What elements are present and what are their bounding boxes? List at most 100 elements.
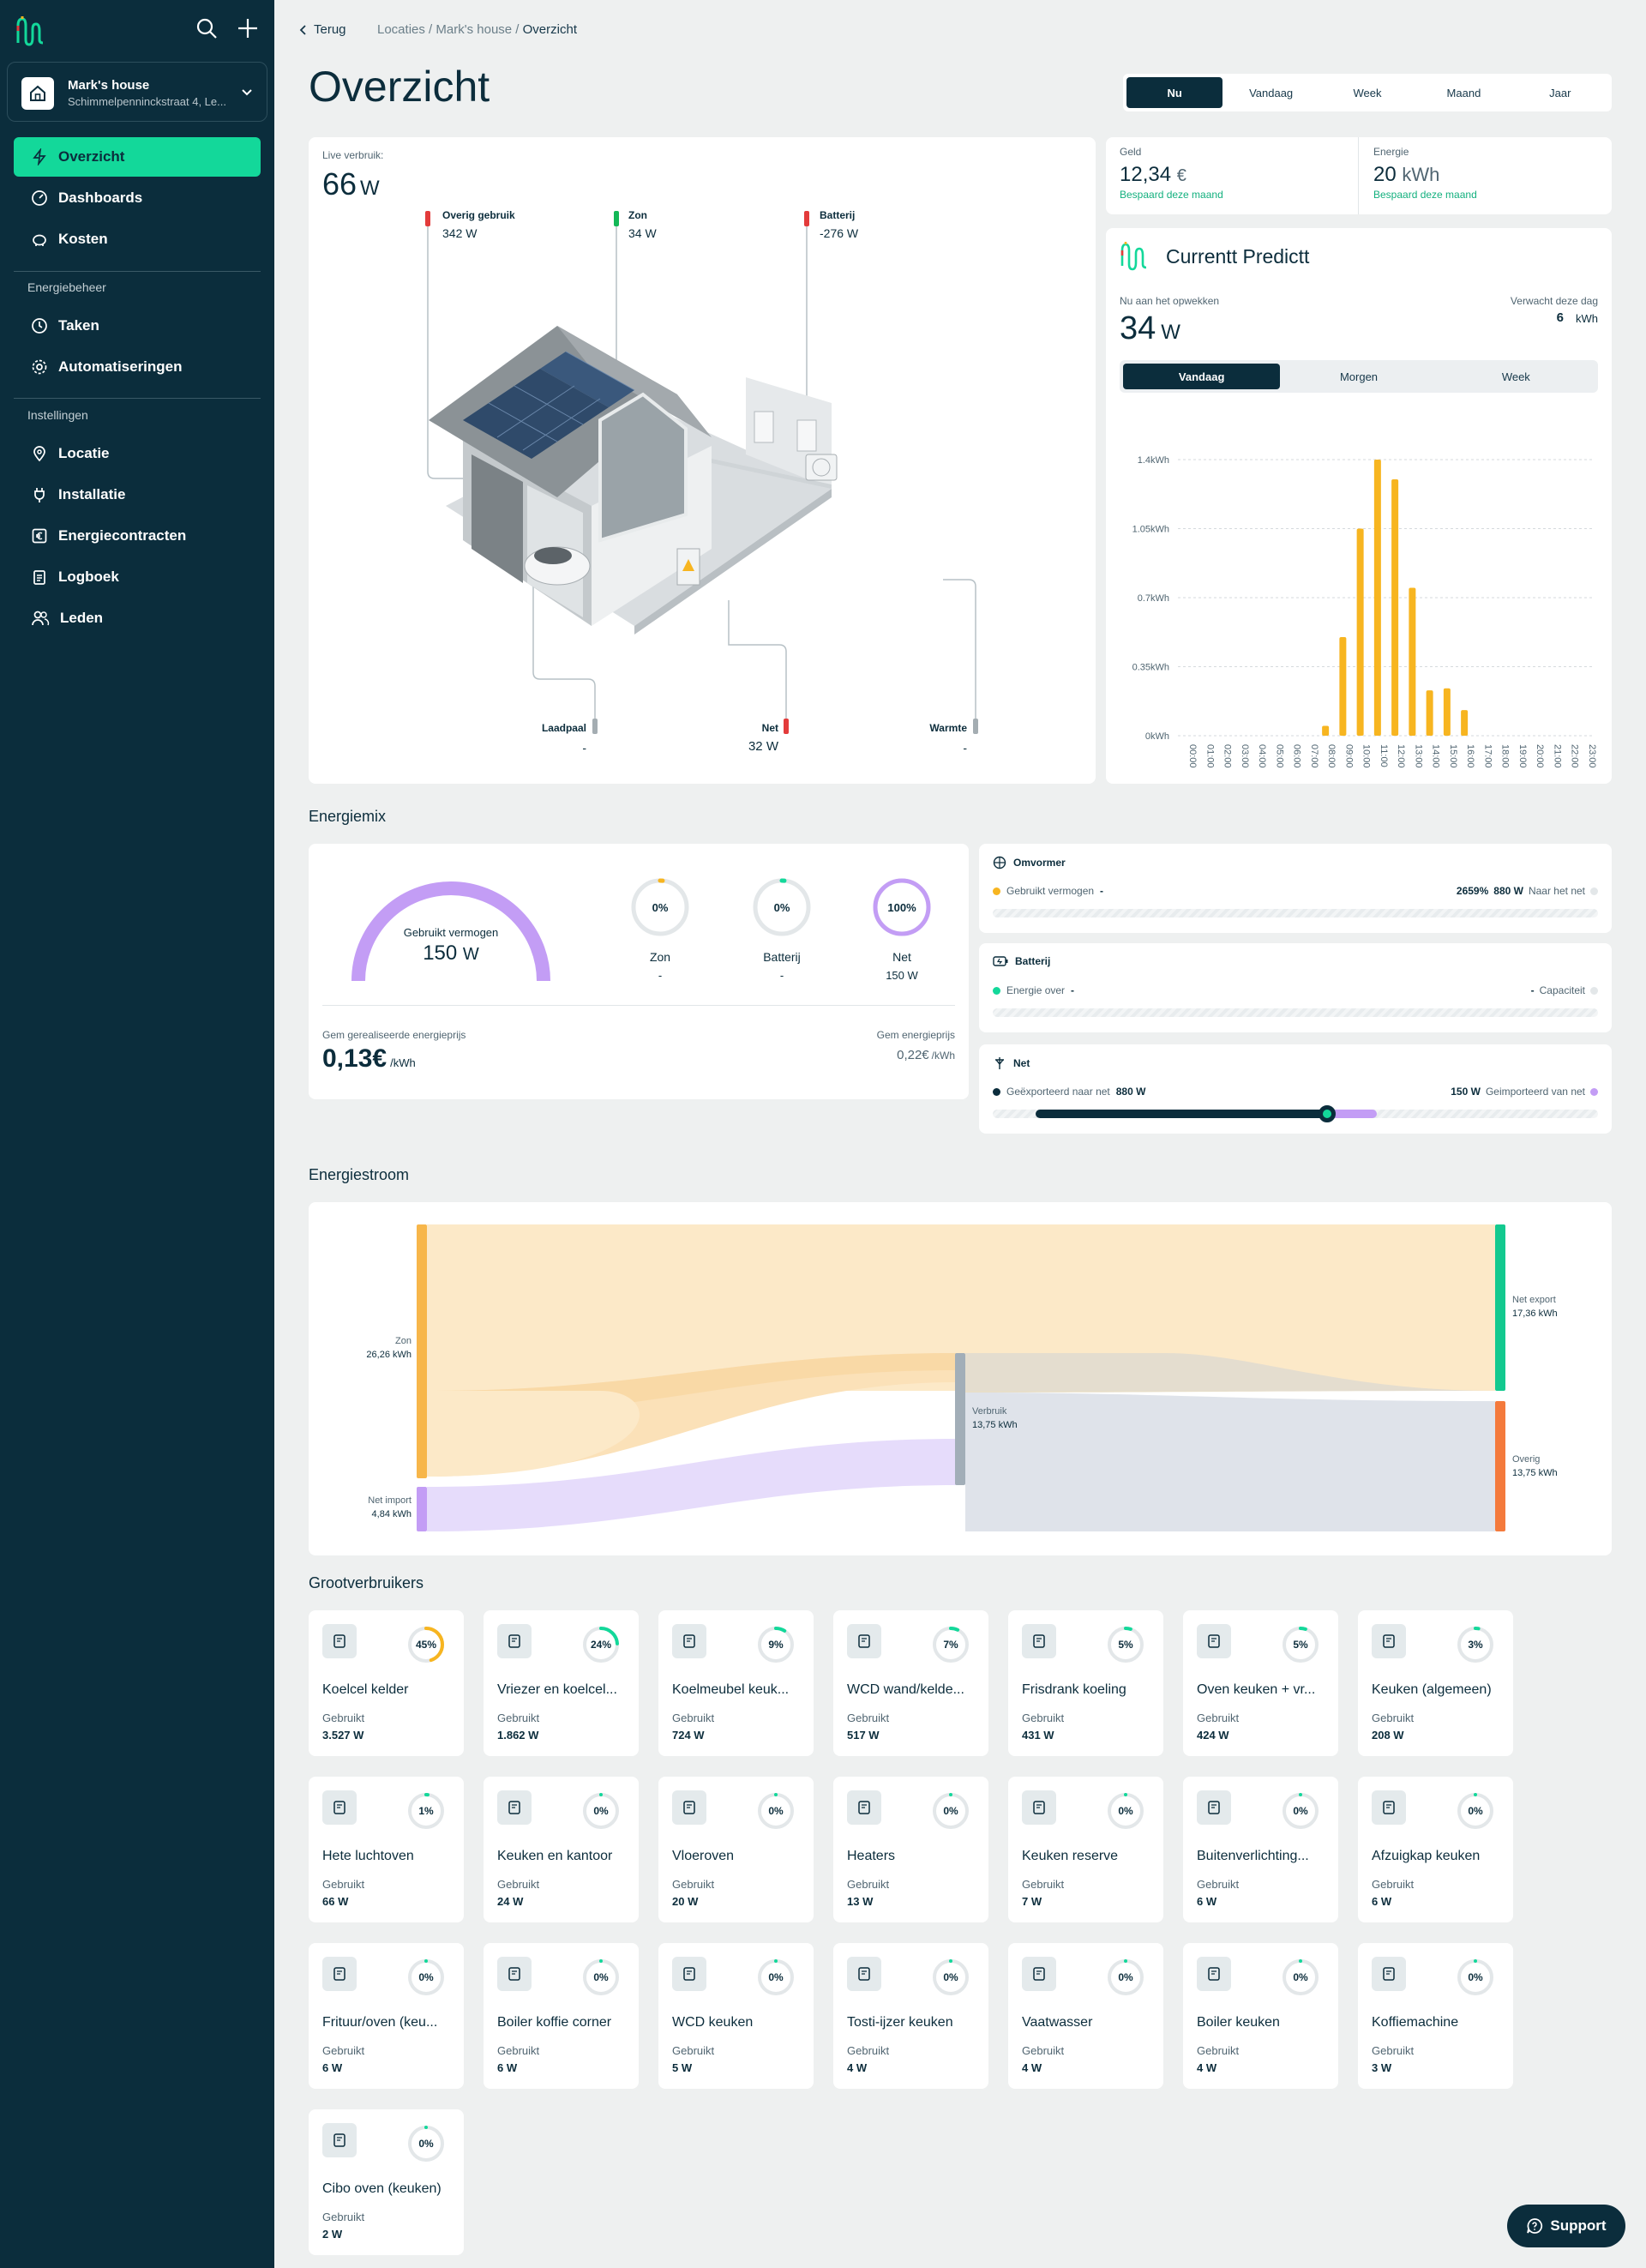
consumer-card[interactable]: 0% Buitenverlichting... Gebruikt 6 W — [1183, 1777, 1338, 1922]
consumer-value: 13 W — [847, 1895, 874, 1908]
breadcrumb-locaties[interactable]: Locaties — [377, 22, 425, 37]
consumer-value: 3.527 W — [322, 1729, 364, 1742]
consumer-value: 6 W — [1197, 1895, 1217, 1908]
search-icon[interactable] — [195, 17, 218, 44]
nav-overzicht[interactable]: Overzicht — [14, 137, 261, 177]
consumer-name: Vaatwasser — [1022, 2015, 1093, 2030]
consumer-used-label: Gebruikt — [1372, 1878, 1415, 1891]
chart-bar[interactable] — [1443, 688, 1451, 736]
sankey-card: Zon 26,26 kWh Net import 4,84 kWh Verbru… — [309, 1202, 1612, 1555]
consumer-card[interactable]: 45% Koelcel kelder Gebruikt 3.527 W — [309, 1610, 464, 1756]
consumer-card[interactable]: 0% Tosti-ijzer keuken Gebruikt 4 W — [833, 1943, 988, 2089]
consumer-card[interactable]: 0% Vaatwasser Gebruikt 4 W — [1008, 1943, 1163, 2089]
predict-tab-vandaag[interactable]: Vandaag — [1123, 364, 1281, 389]
consumer-pct: 0% — [768, 1805, 784, 1817]
tab-vandaag[interactable]: Vandaag — [1222, 77, 1319, 108]
tab-week[interactable]: Week — [1319, 77, 1415, 108]
consumer-share-ring: 0% — [932, 1792, 970, 1830]
tab-jaar[interactable]: Jaar — [1512, 77, 1608, 108]
gear-icon — [32, 359, 47, 375]
kitchen-icon — [1372, 1624, 1406, 1658]
consumer-card[interactable]: 1% Hete luchtoven Gebruikt 66 W — [309, 1777, 464, 1922]
consumer-card[interactable]: 0% Koffiemachine Gebruikt 3 W — [1358, 1943, 1513, 2089]
ring-pct: 0% — [773, 900, 790, 914]
omvormer-right-label: Naar het net — [1528, 885, 1585, 897]
net-right: 150 W Geimporteerd van net — [1451, 1086, 1598, 1098]
consumer-card[interactable]: 5% Frisdrank koeling Gebruikt 431 W — [1008, 1610, 1163, 1756]
omvormer-left-value: - — [1100, 885, 1104, 897]
chart-bar[interactable] — [1409, 587, 1416, 737]
consumer-card[interactable]: 24% Vriezer en koelcel... Gebruikt 1.862 W — [484, 1610, 639, 1756]
consumer-card[interactable]: 0% Keuken en kantoor Gebruikt 24 W — [484, 1777, 639, 1922]
consumer-share-ring: 0% — [1282, 1792, 1319, 1830]
consumer-card[interactable]: 0% Frituur/oven (keu... Gebruikt 6 W — [309, 1943, 464, 2089]
chart-bar[interactable] — [1373, 460, 1381, 736]
consumer-card[interactable]: 3% Keuken (algemeen) Gebruikt 208 W — [1358, 1610, 1513, 1756]
chart-bar[interactable] — [1356, 528, 1364, 737]
consumer-pct: 0% — [418, 2138, 434, 2150]
consumer-card[interactable]: 0% Boiler keuken Gebruikt 4 W — [1183, 1943, 1338, 2089]
zon-value: 34 W — [628, 226, 657, 240]
nav-locatie[interactable]: Locatie — [14, 434, 261, 473]
predict-exp-unit: kWh — [1576, 312, 1598, 325]
consumer-card[interactable]: 9% Koelmeubel keuk... Gebruikt 724 W — [658, 1610, 814, 1756]
consumer-used-label: Gebruikt — [847, 2044, 890, 2057]
gauge-value-row: 150 W — [350, 941, 552, 966]
nav-section-instellingen: Instellingen — [27, 408, 88, 422]
net-value: 32 — [748, 739, 763, 754]
consumer-card[interactable]: 5% Oven keuken + vr... Gebruikt 424 W — [1183, 1610, 1338, 1756]
consumer-card[interactable]: 0% Cibo oven (keuken) Gebruikt 2 W — [309, 2109, 464, 2255]
chart-bar[interactable] — [1339, 637, 1347, 736]
sidebar: Mark's house Schimmelpenninckstraat 4, L… — [0, 0, 274, 2268]
nav-kosten[interactable]: Kosten — [14, 220, 261, 259]
gauge-icon — [32, 190, 47, 206]
chart-bar[interactable] — [1391, 479, 1399, 736]
batterij-header: Batterij — [993, 955, 1050, 967]
omvormer-title: Omvormer — [1013, 857, 1066, 869]
support-button[interactable]: Support — [1507, 2205, 1625, 2247]
consumer-card[interactable]: 0% Vloeroven Gebruikt 20 W — [658, 1777, 814, 1922]
predict-tabs: Vandaag Morgen Week — [1120, 360, 1598, 393]
nav-taken[interactable]: Taken — [14, 306, 261, 346]
predict-tab-week[interactable]: Week — [1438, 364, 1595, 389]
consumer-card[interactable]: 0% WCD keuken Gebruikt 5 W — [658, 1943, 814, 2089]
consumer-pct: 0% — [593, 1971, 609, 1983]
sankey-overig-label: Overig — [1512, 1454, 1541, 1465]
consumer-card[interactable]: 0% Keuken reserve Gebruikt 7 W — [1008, 1777, 1163, 1922]
chart-bar[interactable] — [1461, 710, 1469, 736]
consumer-pct: 1% — [418, 1805, 434, 1817]
consumer-share-ring: 0% — [1107, 1792, 1144, 1830]
breadcrumb-location[interactable]: Mark's house — [436, 22, 512, 37]
consumer-card[interactable]: 7% WCD wand/kelde... Gebruikt 517 W — [833, 1610, 988, 1756]
consumer-card[interactable]: 0% Boiler koffie corner Gebruikt 6 W — [484, 1943, 639, 2089]
lamp-icon — [497, 1790, 532, 1825]
consumer-card[interactable]: 0% Heaters Gebruikt 13 W — [833, 1777, 988, 1922]
tab-nu[interactable]: Nu — [1126, 77, 1223, 108]
geld-label: Geld — [1120, 146, 1142, 158]
nav-leden[interactable]: Leden — [14, 599, 261, 638]
nav-energiecontracten[interactable]: Energiecontracten — [14, 516, 261, 556]
predict-tab-morgen[interactable]: Morgen — [1280, 364, 1437, 389]
chart-bar[interactable] — [1322, 725, 1330, 737]
batterij-left-label: Energie over — [1006, 984, 1066, 996]
chart-bar[interactable] — [1426, 690, 1433, 736]
nav-label: Logboek — [58, 569, 119, 585]
consumer-name: Oven keuken + vr... — [1197, 1682, 1316, 1697]
nav-installatie[interactable]: Installatie — [14, 475, 261, 514]
location-selector[interactable]: Mark's house Schimmelpenninckstraat 4, L… — [7, 62, 267, 122]
consumer-card[interactable]: 0% Afzuigkap keuken Gebruikt 6 W — [1358, 1777, 1513, 1922]
back-link[interactable]: Terug — [298, 22, 346, 37]
lamp-icon — [1197, 1790, 1231, 1825]
nav-logboek[interactable]: Logboek — [14, 557, 261, 597]
plus-icon[interactable] — [237, 17, 259, 44]
nav-dashboards[interactable]: Dashboards — [14, 178, 261, 218]
tab-maand[interactable]: Maand — [1415, 77, 1511, 108]
net-balance-handle[interactable] — [1318, 1105, 1336, 1122]
batterij-left-value: - — [1071, 984, 1075, 996]
consumer-value: 424 W — [1197, 1729, 1229, 1742]
predict-exp-value: 6 — [1556, 310, 1564, 325]
nav-automatiseringen[interactable]: Automatiseringen — [14, 347, 261, 387]
app-logo[interactable] — [15, 14, 46, 52]
nav-label: Dashboards — [58, 190, 143, 206]
geld-value-row: 12,34 € — [1120, 163, 1186, 187]
